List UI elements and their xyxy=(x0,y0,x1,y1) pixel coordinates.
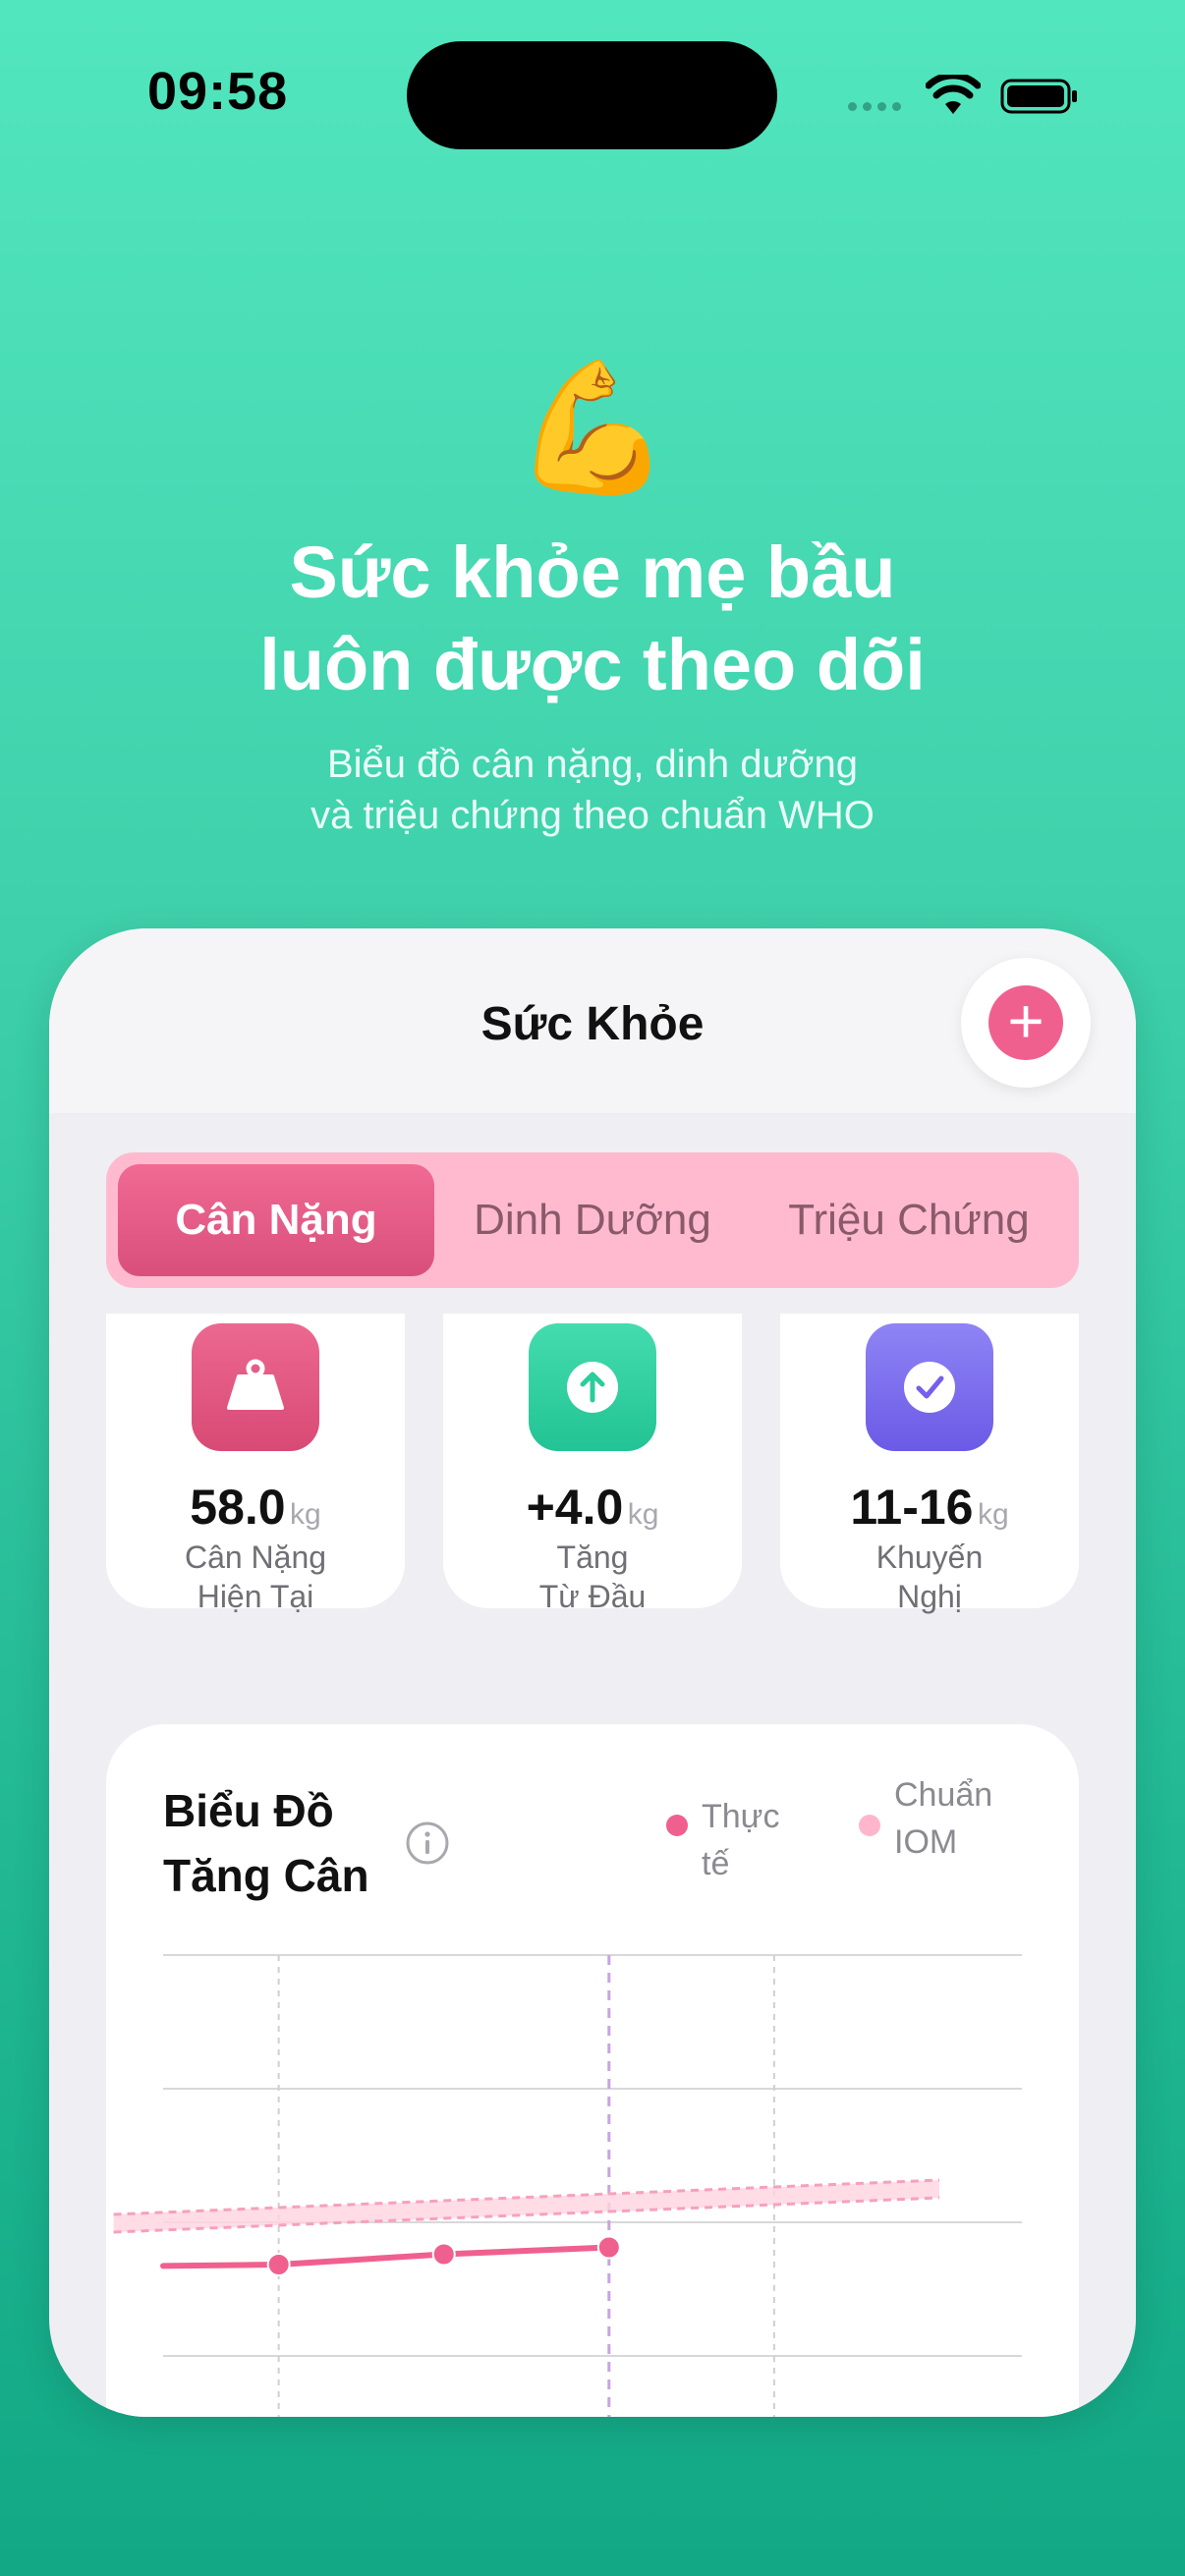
tab-weight[interactable]: Cân Nặng xyxy=(118,1164,434,1276)
stat-unit: kg xyxy=(977,1498,1009,1531)
plus-icon: + xyxy=(988,985,1063,1060)
hero-section: 💪 Sức khỏe mẹ bầu luôn được theo dõi Biể… xyxy=(0,354,1185,841)
stat-value: 11-16 xyxy=(850,1480,974,1535)
stat-unit: kg xyxy=(627,1498,659,1531)
battery-icon xyxy=(1000,79,1077,114)
flexed-biceps-icon: 💪 xyxy=(513,356,672,499)
hero-subtitle: Biểu đồ cân nặng, dinh dưỡng và triệu ch… xyxy=(310,743,875,837)
signal-dots-icon xyxy=(848,102,901,111)
add-button[interactable]: + xyxy=(961,958,1091,1088)
stat-value: 58.0 xyxy=(190,1480,286,1535)
stat-unit: kg xyxy=(290,1498,321,1531)
dynamic-island xyxy=(407,41,777,149)
app-preview: Sức Khỏe + Cân Nặng Dinh Dưỡng Triệu Chứ… xyxy=(49,928,1136,2417)
stat-label: Khuyến Nghị xyxy=(875,1540,984,1614)
stat-label: Tăng Từ Đầu xyxy=(538,1540,647,1614)
stat-card-current-weight: 58.0 kg Cân Nặng Hiện Tại xyxy=(106,1314,405,1614)
stat-card-gain: +4.0 kg Tăng Từ Đầu xyxy=(443,1314,742,1614)
stat-value: +4.0 xyxy=(526,1480,624,1535)
data-point xyxy=(266,2253,291,2276)
weight-chart-card: Biểu Đồ Tăng Cân Thực tế Chuẩn IOM xyxy=(106,1724,1079,2417)
status-time: 09:58 xyxy=(147,62,289,121)
tab-nutrition[interactable]: Dinh Dưỡng xyxy=(434,1164,751,1276)
status-bar: 09:58 xyxy=(0,0,1185,196)
arrow-up-icon xyxy=(529,1323,656,1451)
stat-label: Cân Nặng Hiện Tại xyxy=(184,1540,327,1614)
data-point xyxy=(431,2242,456,2267)
weight-icon xyxy=(192,1323,319,1451)
checkmark-icon xyxy=(866,1323,993,1451)
wifi-icon xyxy=(926,75,981,114)
weight-chart xyxy=(113,1954,1022,2417)
iom-band xyxy=(113,2180,939,2232)
stat-card-recommended: 11-16 kg Khuyến Nghị xyxy=(780,1314,1079,1614)
nav-bar: Sức Khỏe + xyxy=(49,928,1136,1113)
hero-title: Sức khỏe mẹ bầu luôn được theo dõi xyxy=(259,532,926,705)
tab-symptoms[interactable]: Triệu Chứng xyxy=(751,1164,1067,1276)
stats-row: 58.0 kg Cân Nặng Hiện Tại +4.0 kg Tăng T… xyxy=(106,1314,1079,1614)
data-point xyxy=(596,2235,621,2260)
series-actual-line xyxy=(160,2244,612,2269)
segmented-control: Cân Nặng Dinh Dưỡng Triệu Chứng xyxy=(106,1152,1079,1288)
